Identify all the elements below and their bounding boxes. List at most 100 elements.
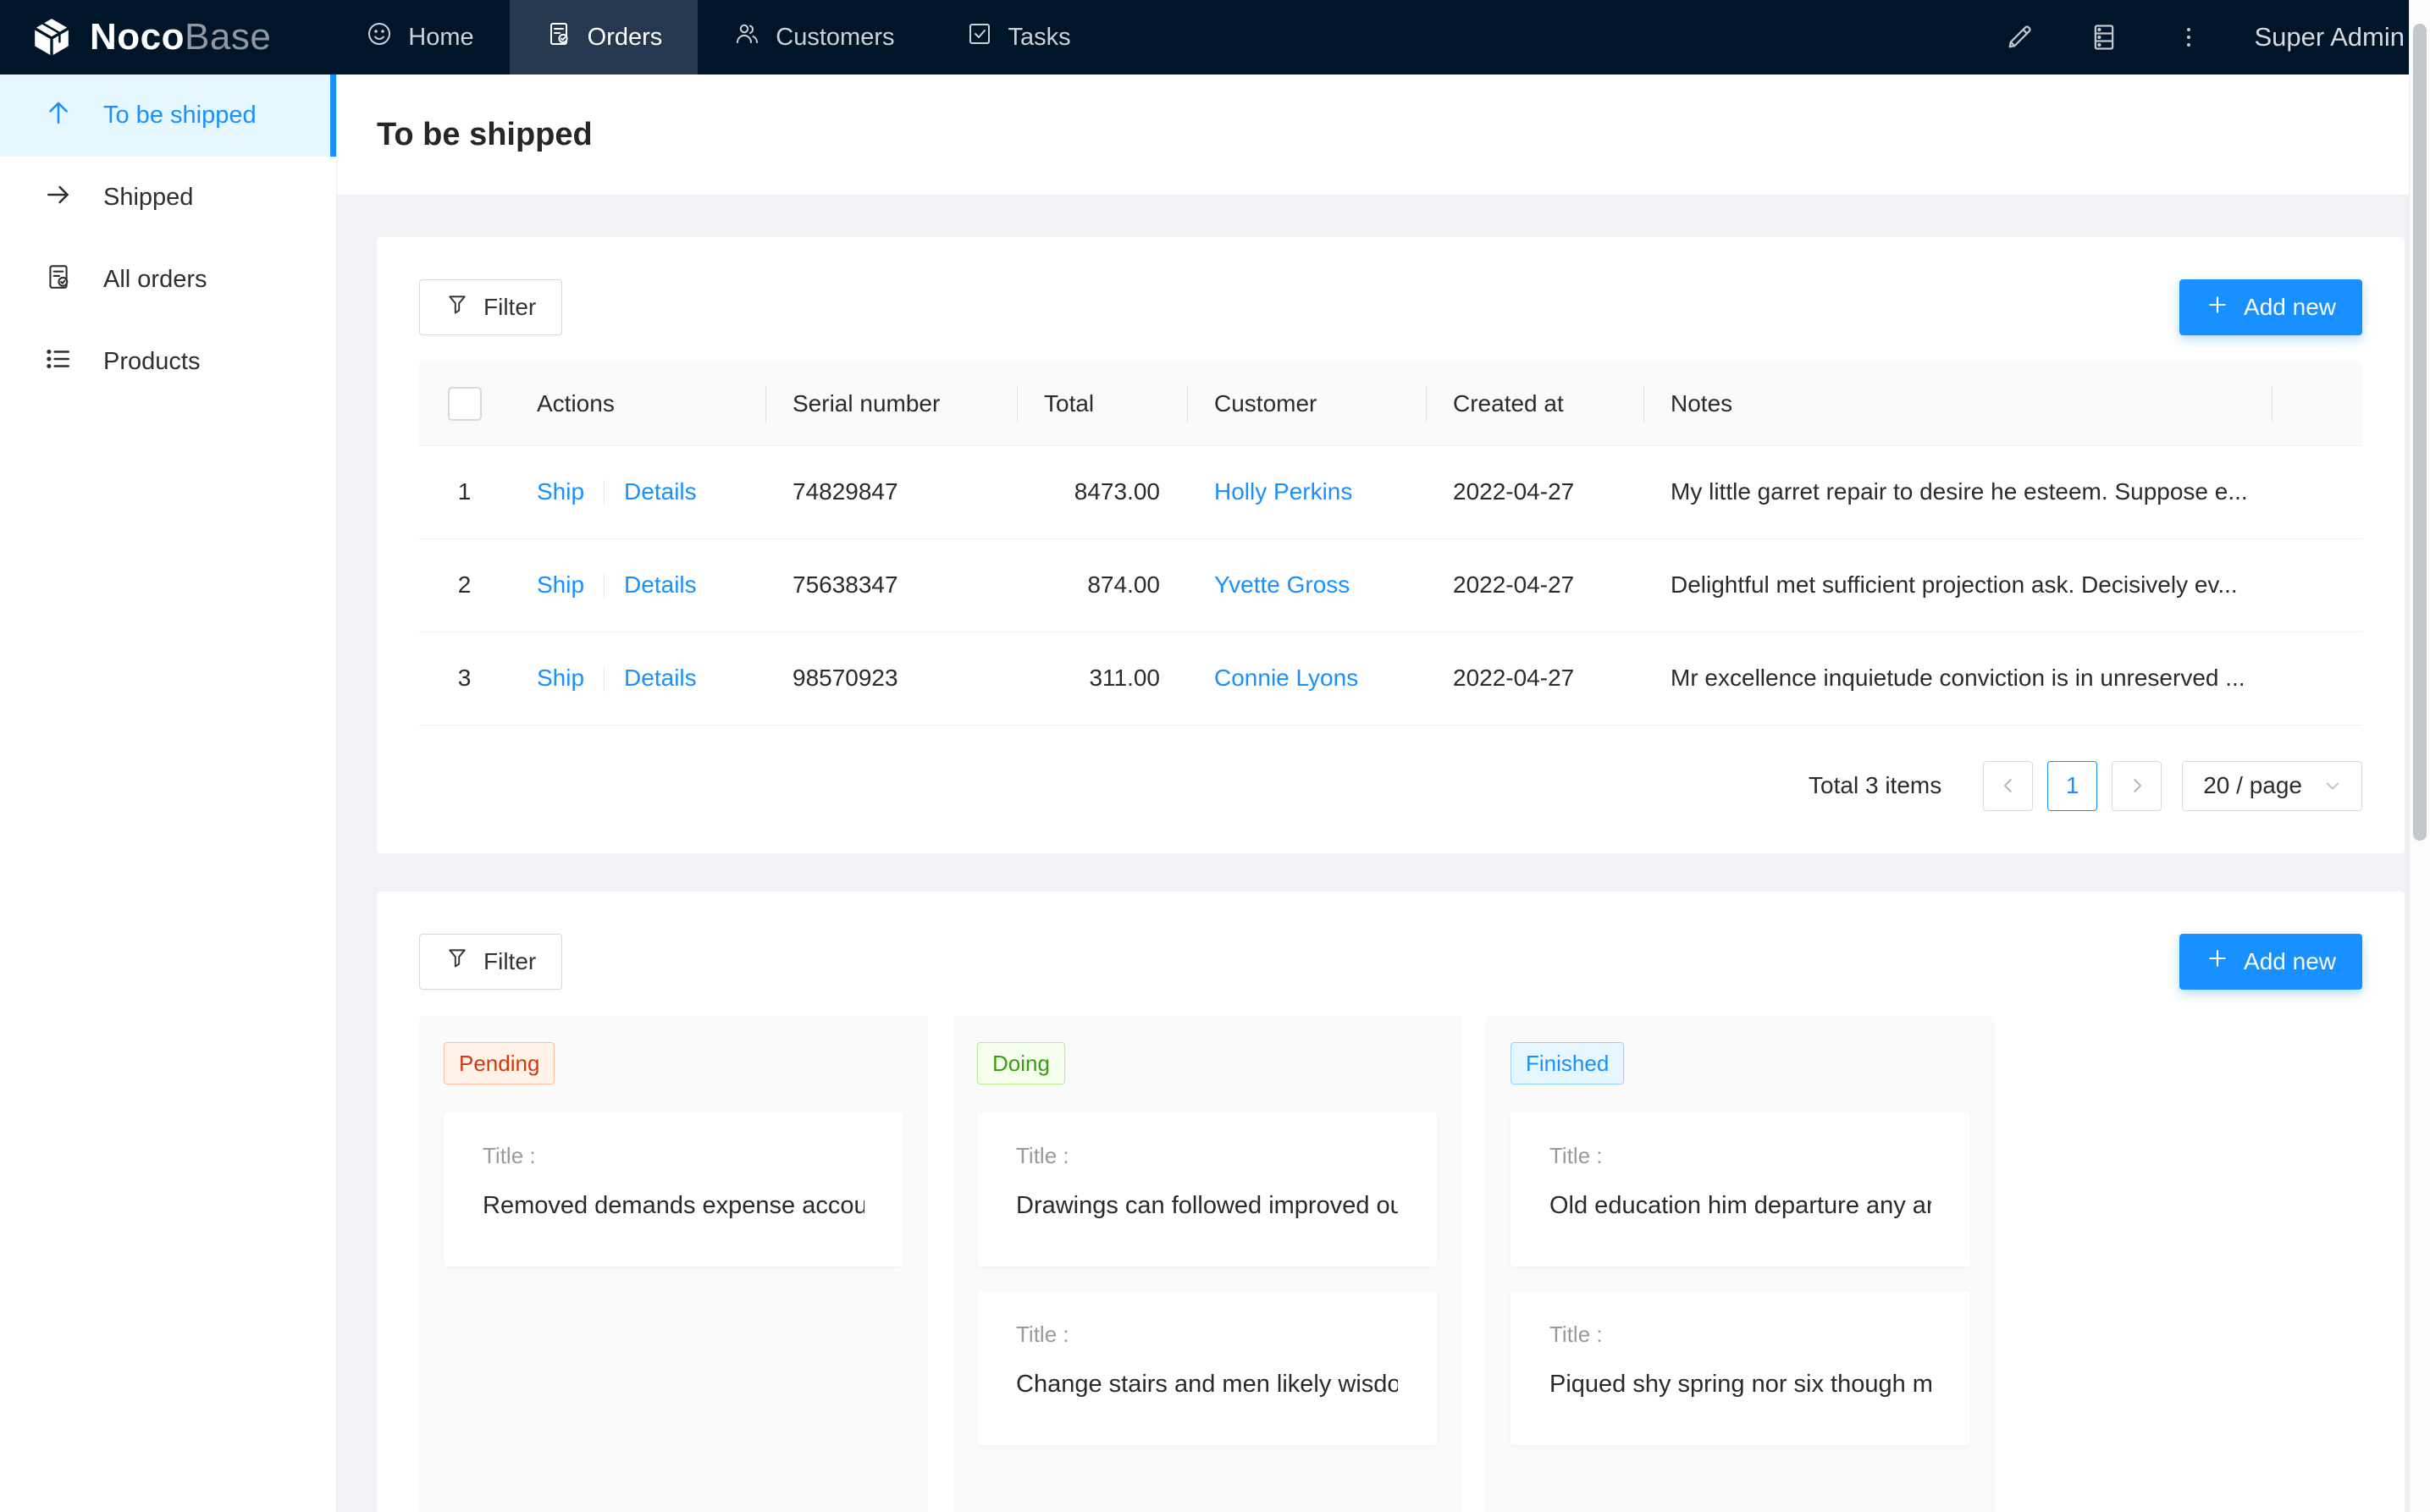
notes-cell: My little garret repair to desire he est… (1643, 445, 2272, 538)
page-size-value: 20 / page (2203, 772, 2302, 799)
details-link[interactable]: Details (624, 571, 697, 598)
card-title-value: Drawings can followed improved out ... (1016, 1192, 1398, 1220)
page-header: To be shipped (337, 74, 2430, 195)
orders-table-block: Filter Add new (377, 237, 2405, 853)
tab-label: Tasks (1008, 24, 1071, 52)
scrollbar-thumb[interactable] (2413, 24, 2427, 841)
main-menu: Home Orders (330, 0, 1106, 74)
column-header-empty (2272, 362, 2362, 445)
notes-cell: Delightful met sufficient projection ask… (1643, 538, 2272, 632)
people-icon (733, 20, 760, 54)
serial-number-cell: 75638347 (765, 538, 1017, 632)
kanban-card[interactable]: Title : Change stairs and men likely wis… (977, 1291, 1437, 1445)
customer-link[interactable]: Yvette Gross (1214, 571, 1350, 598)
page-size-select[interactable]: 20 / page (2182, 761, 2362, 811)
status-badge: Doing (977, 1042, 1065, 1084)
cube-logo-icon (30, 16, 73, 58)
kebab-menu-icon[interactable] (2146, 22, 2231, 52)
card-title-label: Title : (1549, 1322, 1931, 1348)
sidebar-item-shipped[interactable]: Shipped (0, 157, 336, 239)
clipboard-check-icon (545, 20, 572, 54)
top-navbar: NocoBase Home (0, 0, 2430, 74)
add-new-button[interactable]: Add new (2179, 934, 2362, 990)
customer-link[interactable]: Holly Perkins (1214, 478, 1352, 505)
row-index: 1 (419, 445, 510, 538)
created-at-cell: 2022-04-27 (1426, 538, 1643, 632)
details-link[interactable]: Details (624, 665, 697, 691)
sidebar-item-all-orders[interactable]: All orders (0, 239, 336, 321)
nocobase-logo[interactable]: NocoBase (30, 0, 271, 74)
add-new-button-label: Add new (2244, 948, 2336, 975)
card-title-value: Piqued shy spring nor six though mut... (1549, 1371, 1931, 1399)
filter-button-label: Filter (483, 294, 536, 321)
tab-tasks[interactable]: Tasks (931, 0, 1107, 74)
pagination-prev-button[interactable] (1983, 761, 2033, 811)
card-title-value: Old education him departure any arra... (1549, 1192, 1931, 1220)
column-header-customer: Customer (1187, 362, 1426, 445)
page-title: To be shipped (377, 117, 593, 153)
kanban-column-pending: Pending Title : Removed demands expense … (419, 1016, 928, 1512)
divider (604, 480, 605, 505)
kanban-card[interactable]: Title : Removed demands expense account … (444, 1112, 903, 1266)
status-badge: Finished (1510, 1042, 1624, 1084)
navbar-actions: Super Admin (1977, 0, 2430, 74)
ship-link[interactable]: Ship (537, 571, 584, 598)
app-root: NocoBase Home (0, 0, 2430, 1512)
tab-label: Home (408, 24, 473, 52)
highlighter-icon[interactable] (1977, 22, 2062, 52)
user-menu[interactable]: Super Admin (2255, 22, 2405, 52)
filter-button[interactable]: Filter (419, 934, 562, 990)
add-new-button-label: Add new (2244, 294, 2336, 321)
card-title-label: Title : (483, 1143, 864, 1169)
notes-cell: Mr excellence inquietude conviction is i… (1643, 632, 2272, 725)
column-header-created-at: Created at (1426, 362, 1643, 445)
tab-label: Orders (588, 24, 663, 52)
serial-number-cell: 74829847 (765, 445, 1017, 538)
filter-button[interactable]: Filter (419, 279, 562, 335)
status-badge: Pending (444, 1042, 555, 1084)
sidebar-item-products[interactable]: Products (0, 321, 336, 403)
add-new-button[interactable]: Add new (2179, 279, 2362, 335)
kanban-column-doing: Doing Title : Drawings can followed impr… (953, 1016, 1461, 1512)
orders-toolbar: Filter Add new (419, 279, 2362, 335)
tasks-kanban-block: Filter Add new (377, 891, 2405, 1512)
kanban-board: Pending Title : Removed demands expense … (419, 1016, 2362, 1512)
orders-table: Actions Serial number Total Customer Cre… (419, 362, 2362, 726)
select-all-checkbox[interactable] (448, 387, 482, 421)
sidebar-item-label: To be shipped (103, 102, 257, 130)
checkbox-icon (966, 20, 993, 54)
created-at-cell: 2022-04-27 (1426, 445, 1643, 538)
customer-link[interactable]: Connie Lyons (1214, 665, 1358, 691)
divider (604, 573, 605, 599)
tab-customers[interactable]: Customers (698, 0, 930, 74)
tab-orders[interactable]: Orders (510, 0, 699, 74)
total-cell: 311.00 (1017, 632, 1187, 725)
kanban-card[interactable]: Title : Piqued shy spring nor six though… (1510, 1291, 1970, 1445)
ship-link[interactable]: Ship (537, 478, 584, 505)
kanban-card[interactable]: Title : Drawings can followed improved o… (977, 1112, 1437, 1266)
plus-icon (2206, 293, 2229, 323)
column-header-notes: Notes (1643, 362, 2272, 445)
details-link[interactable]: Details (624, 478, 697, 505)
card-title-value: Removed demands expense account i... (483, 1192, 864, 1220)
database-icon[interactable] (2062, 22, 2146, 52)
kanban-card[interactable]: Title : Old education him departure any … (1510, 1112, 1970, 1266)
pagination: Total 3 items 1 20 / page (419, 761, 2362, 811)
logo-text: NocoBase (90, 16, 271, 58)
table-row: 2 ShipDetails 75638347 874.00 Yvette Gro… (419, 538, 2362, 632)
pagination-page-1[interactable]: 1 (2047, 761, 2097, 811)
table-header-row: Actions Serial number Total Customer Cre… (419, 362, 2362, 445)
sidebar-item-to-be-shipped[interactable]: To be shipped (0, 74, 336, 157)
tab-home[interactable]: Home (330, 0, 509, 74)
ship-link[interactable]: Ship (537, 665, 584, 691)
row-index: 3 (419, 632, 510, 725)
card-title-value: Change stairs and men likely wisdom ... (1016, 1371, 1398, 1399)
divider (604, 666, 605, 692)
page-content: Filter Add new (337, 195, 2430, 1512)
pagination-next-button[interactable] (2112, 761, 2162, 811)
filter-button-label: Filter (483, 948, 536, 975)
tasks-toolbar: Filter Add new (419, 934, 2362, 990)
vertical-scrollbar (2409, 0, 2430, 1512)
arrow-up-icon (44, 98, 73, 134)
created-at-cell: 2022-04-27 (1426, 632, 1643, 725)
